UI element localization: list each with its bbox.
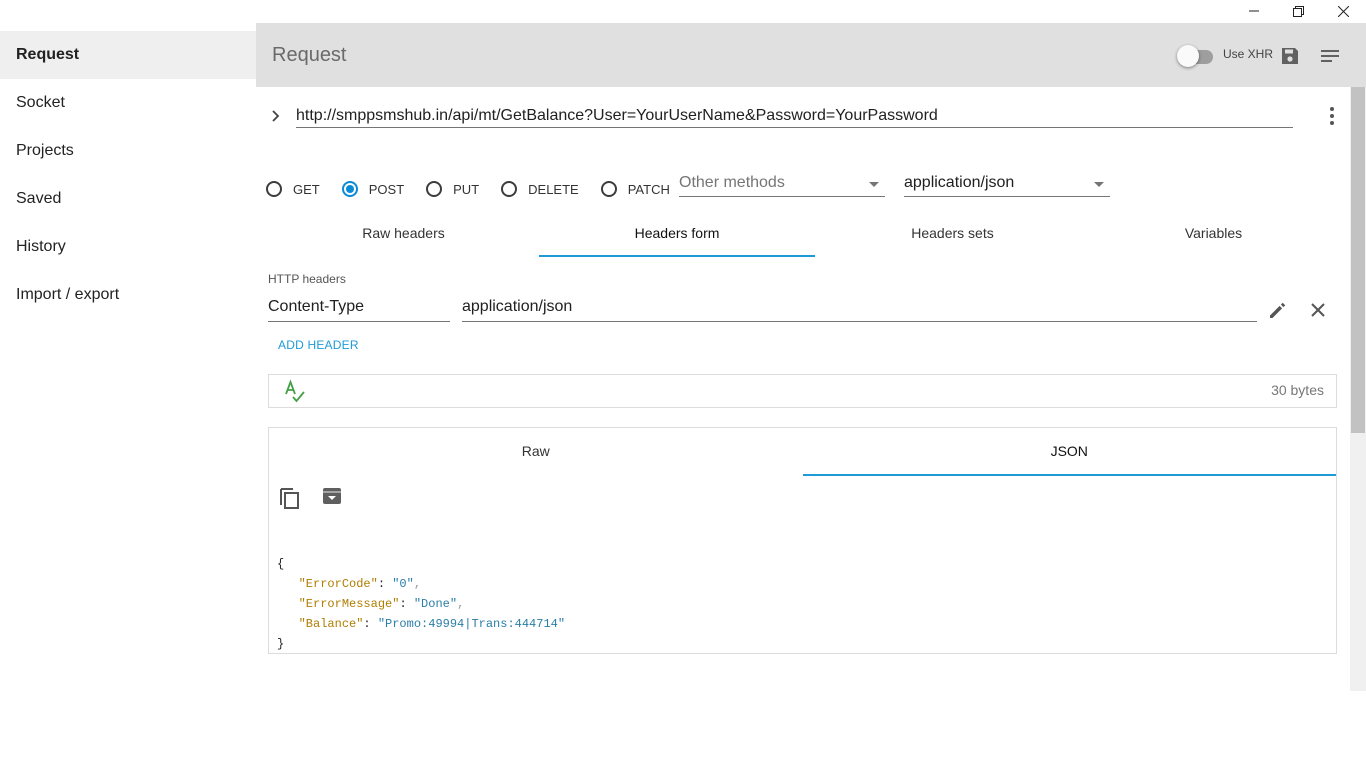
radio-circle (426, 181, 443, 197)
copy-button[interactable] (278, 484, 302, 510)
sidebar-item-saved[interactable]: Saved (0, 175, 256, 223)
sidebar-item-projects[interactable]: Projects (0, 127, 256, 175)
edit-header-button[interactable] (1267, 299, 1289, 321)
use-xhr-label: Use XHR (1223, 47, 1274, 61)
close-icon (1338, 5, 1349, 17)
sidebar-item-import-export[interactable]: Import / export (0, 271, 256, 319)
response-panel: Raw JSON { "ErrorCode": "0", "ErrorMessa… (268, 427, 1337, 654)
content-type-value: application/json (904, 174, 1015, 191)
json-viewer: { "ErrorCode": "0", "ErrorMessage": "Don… (277, 557, 566, 651)
content-type-dropdown[interactable]: application/json (904, 173, 1110, 197)
body-editor-bar: 30 bytes (268, 374, 1337, 408)
url-input[interactable] (296, 101, 1293, 128)
tab-raw-headers[interactable]: Raw headers (268, 215, 539, 257)
restore-button[interactable] (1276, 0, 1321, 22)
caret-down-icon (1094, 182, 1104, 187)
radio-circle (341, 181, 358, 197)
sidebar-item-history[interactable]: History (0, 223, 256, 271)
radio-circle (501, 181, 518, 197)
header-name-input[interactable]: Content-Type (268, 298, 450, 322)
url-options-button[interactable] (1322, 105, 1342, 127)
remove-header-button[interactable] (1307, 299, 1329, 321)
sidebar: Request Socket Projects Saved History Im… (0, 31, 256, 319)
radio-circle (266, 181, 282, 197)
archive-icon (323, 488, 341, 504)
add-header-button[interactable]: ADD HEADER (278, 338, 359, 352)
other-methods-placeholder: Other methods (679, 174, 785, 191)
close-icon (1311, 303, 1325, 317)
url-row (268, 101, 1338, 131)
main-scrollbar[interactable] (1350, 87, 1366, 691)
json-key: "ErrorCode" (298, 577, 378, 591)
save-request-button[interactable] (1279, 45, 1301, 67)
radio-circle (600, 181, 617, 197)
method-label: PUT (453, 181, 480, 197)
method-label: GET (293, 181, 320, 197)
use-xhr-toggle[interactable] (1177, 45, 1215, 67)
tab-variables[interactable]: Variables (1090, 215, 1337, 257)
pencil-icon (1270, 302, 1286, 318)
method-selector: GET POST PUT DELETE PATCH (266, 177, 692, 201)
window-controls (1231, 0, 1366, 22)
method-label: POST (368, 181, 405, 197)
method-radio-delete[interactable]: DELETE (501, 181, 579, 197)
page-title: Request (272, 44, 347, 66)
http-headers-label: HTTP headers (268, 272, 346, 286)
headers-tabs: Raw headers Headers form Headers sets Va… (268, 215, 1350, 257)
minimize-icon (1248, 10, 1259, 12)
tab-headers-form[interactable]: Headers form (539, 215, 815, 257)
sidebar-item-socket[interactable]: Socket (0, 79, 256, 127)
sidebar-item-request[interactable]: Request (0, 31, 256, 79)
json-key: "Balance" (298, 617, 364, 631)
method-radio-get[interactable]: GET (266, 181, 320, 197)
minimize-button[interactable] (1231, 0, 1276, 22)
restore-icon (1293, 5, 1304, 17)
more-vert-icon (1330, 107, 1334, 125)
method-radio-put[interactable]: PUT (426, 181, 479, 197)
json-value: "Promo:49994|Trans:444714" (377, 617, 566, 631)
json-key: "ErrorMessage" (298, 597, 400, 611)
save-icon (1282, 48, 1298, 64)
json-value: "0" (392, 577, 414, 591)
request-menu-button[interactable] (1319, 45, 1341, 67)
json-comma: , (457, 597, 465, 611)
sort-icon (1321, 50, 1339, 62)
tab-headers-sets[interactable]: Headers sets (815, 215, 1090, 257)
copy-icon (280, 488, 299, 509)
method-radio-post[interactable]: POST (341, 181, 405, 197)
response-tabs: Raw JSON (269, 428, 1336, 476)
save-response-button[interactable] (322, 486, 342, 506)
other-methods-dropdown[interactable]: Other methods (679, 173, 885, 197)
json-comma: , (413, 577, 422, 591)
chevron-right-icon (272, 110, 280, 122)
caret-down-icon (869, 182, 879, 187)
app-header: Request Use XHR (256, 23, 1366, 87)
method-label: DELETE (528, 181, 579, 197)
json-brace-open: { (277, 557, 285, 571)
json-brace-close: } (277, 637, 285, 651)
json-value: "Done" (413, 597, 458, 611)
header-value-input[interactable]: application/json (462, 298, 1257, 322)
method-radio-patch[interactable]: PATCH (600, 181, 670, 197)
close-window-button[interactable] (1321, 0, 1366, 22)
scrollbar-thumb[interactable] (1351, 87, 1365, 433)
body-size: 30 bytes (1271, 382, 1324, 398)
method-label: PATCH (627, 181, 670, 197)
tab-json[interactable]: JSON (802, 428, 1337, 476)
spellcheck-icon (285, 379, 305, 403)
url-expand-button[interactable] (268, 105, 284, 125)
request-panel: GET POST PUT DELETE PATCH Other methods … (256, 87, 1350, 691)
tab-raw[interactable]: Raw (269, 428, 803, 476)
spellcheck-button[interactable] (282, 379, 308, 405)
toggle-knob (1177, 45, 1199, 67)
